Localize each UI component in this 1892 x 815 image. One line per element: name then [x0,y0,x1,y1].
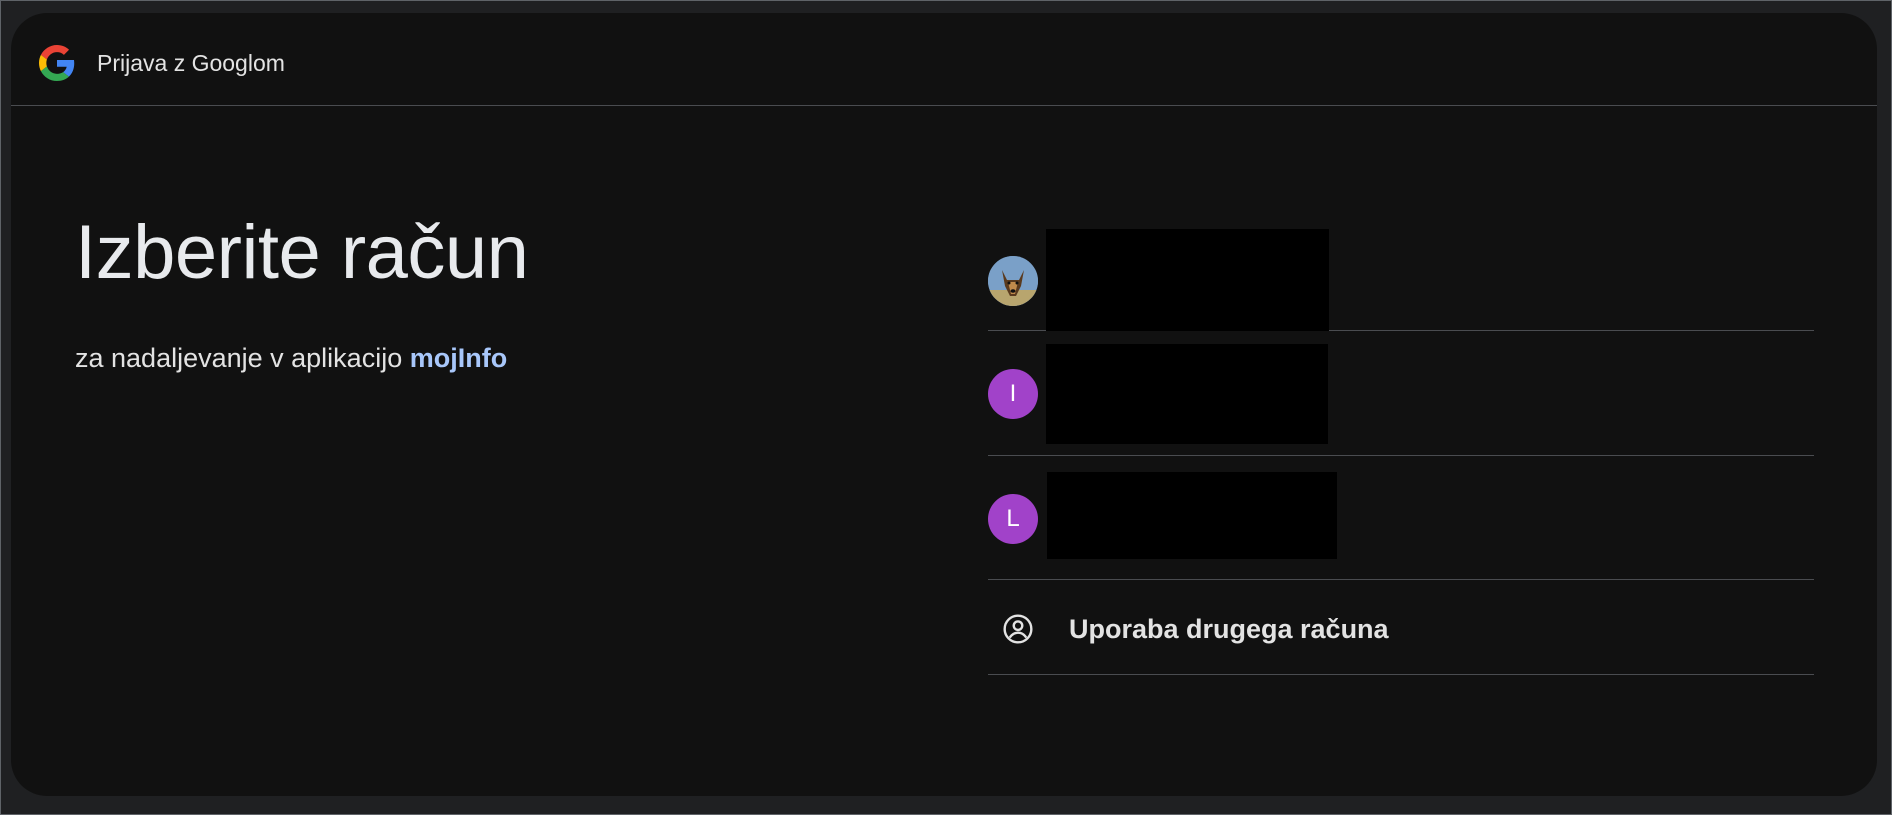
use-another-account-label: Uporaba drugega računa [1069,614,1389,644]
window-frame: Prijava z Googlom Izberite račun za nada… [0,0,1892,815]
account-circle-icon [1003,614,1033,644]
app-name-link[interactable]: mojInfo [410,343,507,373]
use-another-account-button[interactable]: Uporaba drugega računa [988,580,1814,675]
account-row[interactable] [988,213,1814,331]
dog-photo-icon [988,256,1038,306]
account-row[interactable]: I [988,331,1814,456]
intro-pane: Izberite račun za nadaljevanje v aplikac… [75,208,529,375]
redacted-account-info [1046,229,1329,331]
page-title: Izberite račun [75,210,529,295]
sign-in-dialog: Prijava z Googlom Izberite račun za nada… [11,13,1877,796]
subtitle-prefix: za nadaljevanje v aplikacijo [75,343,403,373]
subtitle: za nadaljevanje v aplikacijo mojInfo [75,341,528,375]
avatar: L [988,494,1038,544]
header-title: Prijava z Googlom [97,50,285,76]
account-list: I L Uporaba drugega računa [988,213,1814,675]
redacted-account-info [1046,344,1328,444]
dialog-header: Prijava z Googlom [11,13,1877,106]
avatar [988,256,1038,306]
avatar: I [988,369,1038,419]
redacted-account-info [1047,472,1337,559]
google-g-icon [39,45,75,81]
account-row[interactable]: L [988,456,1814,580]
